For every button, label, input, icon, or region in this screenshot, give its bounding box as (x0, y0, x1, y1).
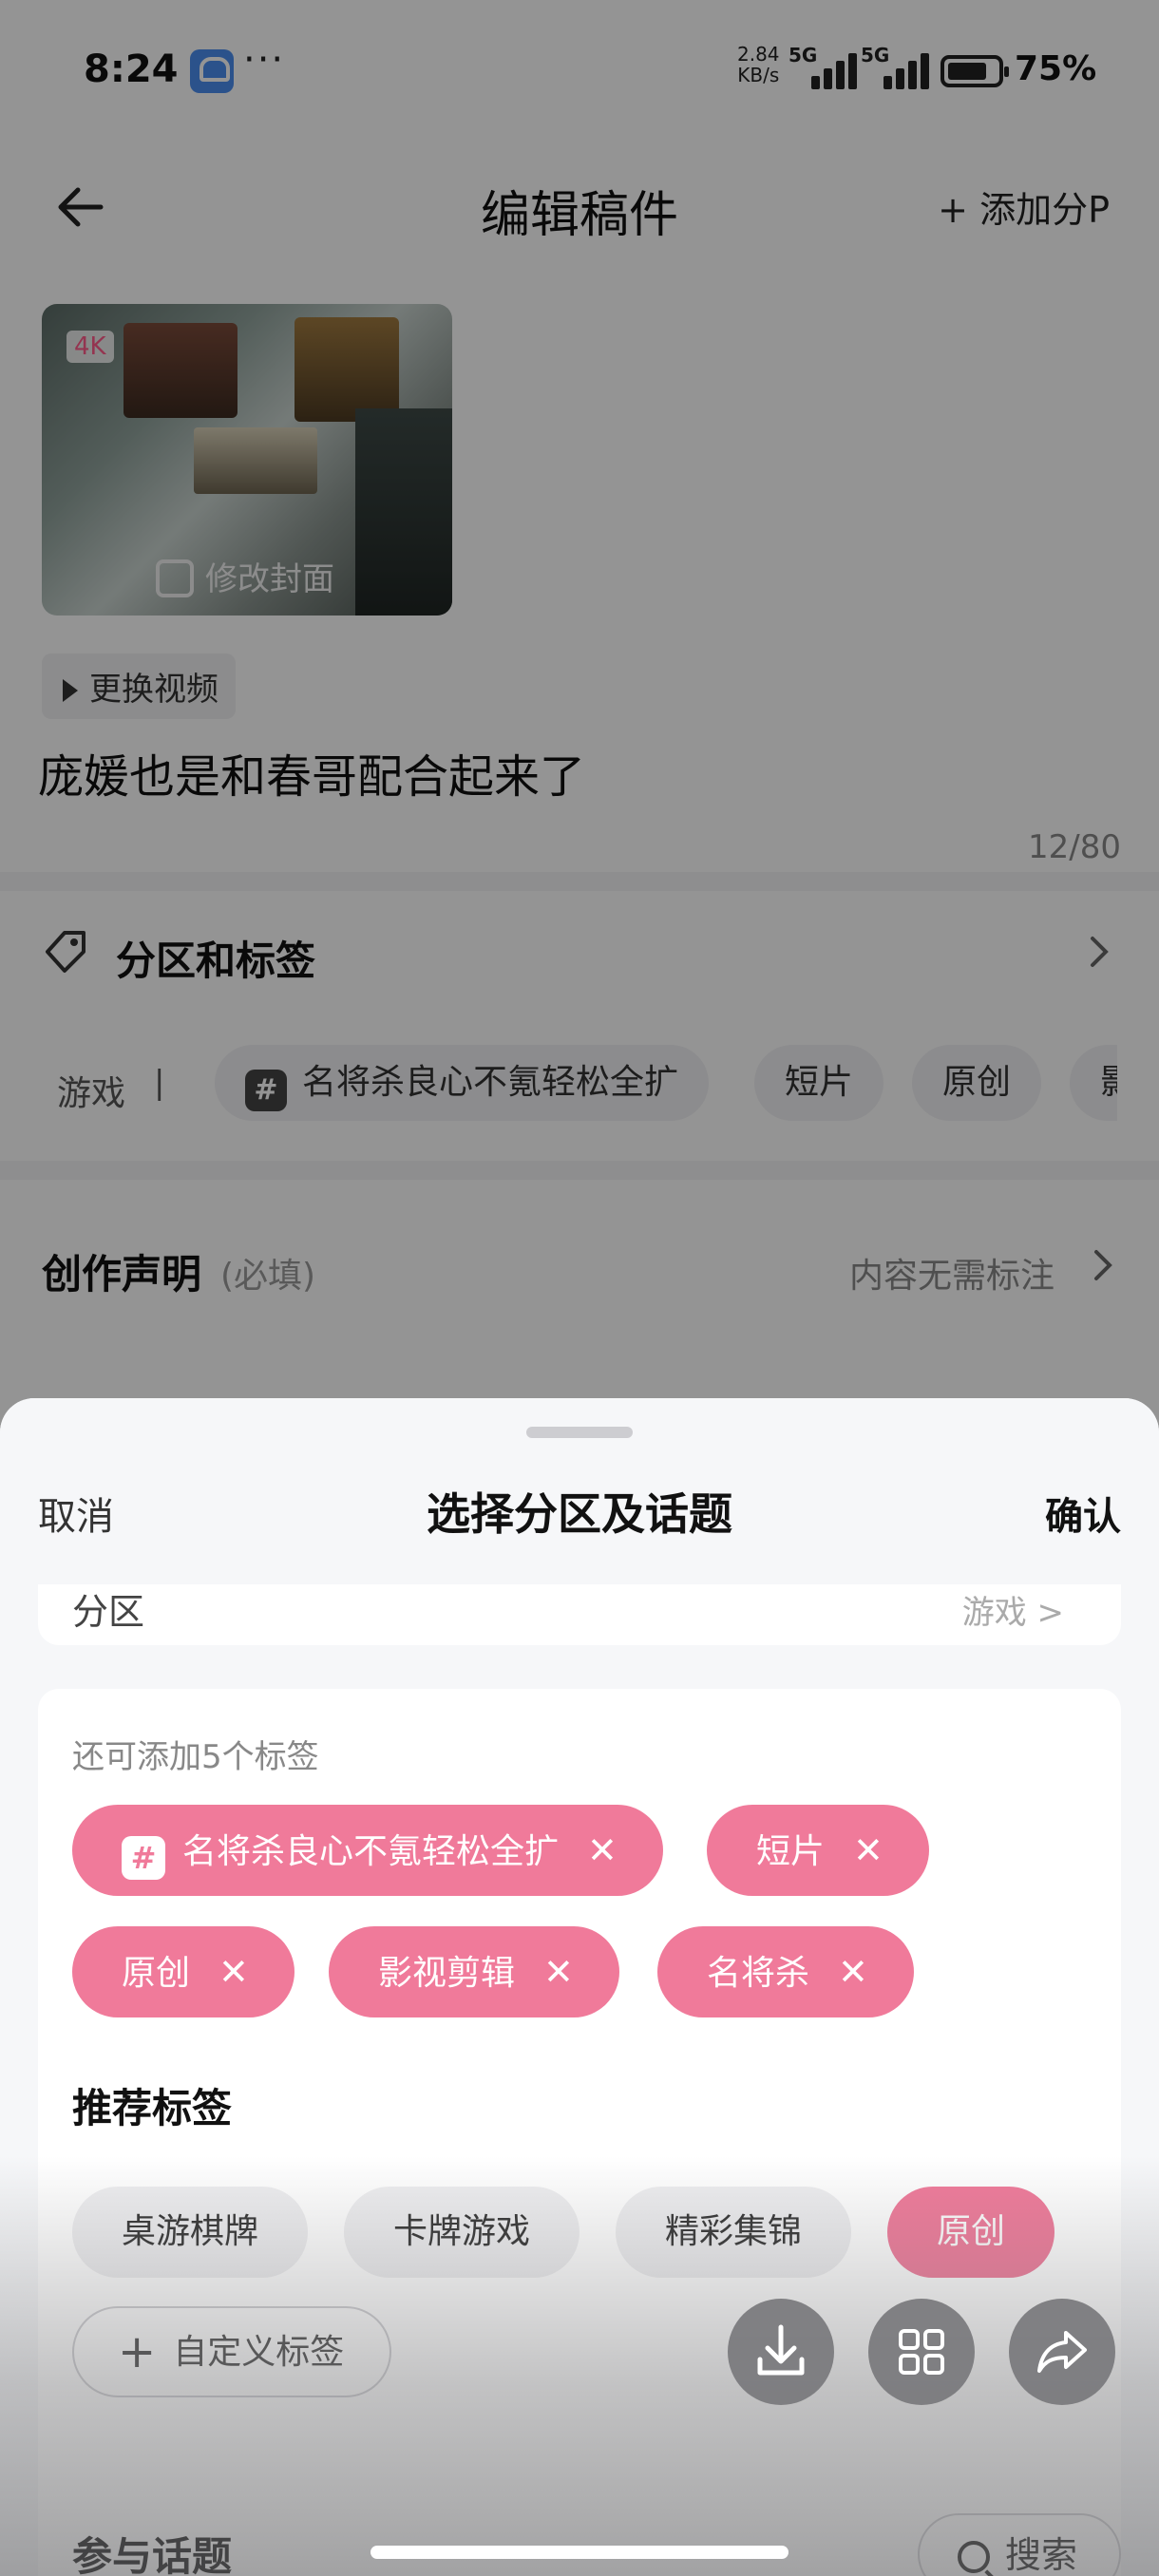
area-label: 分区 (72, 1591, 145, 1633)
grid-icon (899, 2329, 944, 2375)
tags-remaining-hint: 还可添加5个标签 (72, 1738, 319, 1776)
search-icon (957, 2541, 990, 2573)
grid-button[interactable] (868, 2299, 975, 2405)
topic-hash-icon: # (122, 1836, 165, 1880)
remove-tag-icon[interactable]: ✕ (218, 1926, 249, 2017)
area-value: 游戏 > (961, 1594, 1064, 1632)
download-button[interactable] (728, 2299, 834, 2405)
remove-tag-icon[interactable]: ✕ (838, 1926, 868, 2017)
home-indicator[interactable] (370, 2546, 788, 2559)
selected-tag-chip[interactable]: 名将杀 ✕ (657, 1926, 914, 2017)
topic-search-button[interactable]: 搜索 (917, 2513, 1121, 2576)
category-topic-sheet: 分区 游戏 > 取消 选择分区及话题 确认 还可添加5个标签 # 名将杀良心不氪轻… (0, 1398, 1159, 2576)
custom-tag-label: 自定义标签 (173, 2333, 345, 2372)
selected-tag-chip[interactable]: 原创 ✕ (72, 1926, 294, 2017)
recommended-tags-title: 推荐标签 (72, 2085, 233, 2131)
remove-tag-icon[interactable]: ✕ (543, 1926, 574, 2017)
sheet-header: 取消 选择分区及话题 确认 (0, 1398, 1159, 1584)
plus-icon: + (118, 2325, 157, 2378)
remove-tag-icon[interactable]: ✕ (853, 1805, 884, 1896)
confirm-button[interactable]: 确认 (1045, 1486, 1121, 1541)
remove-tag-icon[interactable]: ✕ (587, 1805, 618, 1896)
tags-card: 还可添加5个标签 # 名将杀良心不氪轻松全扩 ✕ 短片 ✕ 原创 ✕ 影视剪辑 ✕ 名将杀… (38, 1689, 1121, 2576)
drag-handle[interactable] (526, 1427, 633, 1438)
custom-tag-button[interactable]: + 自定义标签 (72, 2306, 392, 2397)
share-icon (1037, 2331, 1087, 2373)
selected-tag-chip[interactable]: 短片 ✕ (707, 1805, 929, 1896)
share-button[interactable] (1009, 2299, 1115, 2405)
topics-title: 参与话题 (72, 2533, 233, 2576)
selected-tag-chip[interactable]: 影视剪辑 ✕ (329, 1926, 619, 2017)
search-label: 搜索 (1004, 2534, 1077, 2576)
recommended-tag-chip[interactable]: 桌游棋牌 (72, 2187, 309, 2278)
recommended-tag-chip[interactable]: 精彩集锦 (616, 2187, 852, 2278)
selected-tag-chip[interactable]: # 名将杀良心不氪轻松全扩 ✕ (72, 1805, 663, 1896)
download-icon (757, 2324, 805, 2376)
sheet-title: 选择分区及话题 (427, 1488, 732, 1540)
recommended-tag-chip[interactable]: 原创 (887, 2187, 1055, 2278)
recommended-tag-chip[interactable]: 卡牌游戏 (344, 2187, 580, 2278)
